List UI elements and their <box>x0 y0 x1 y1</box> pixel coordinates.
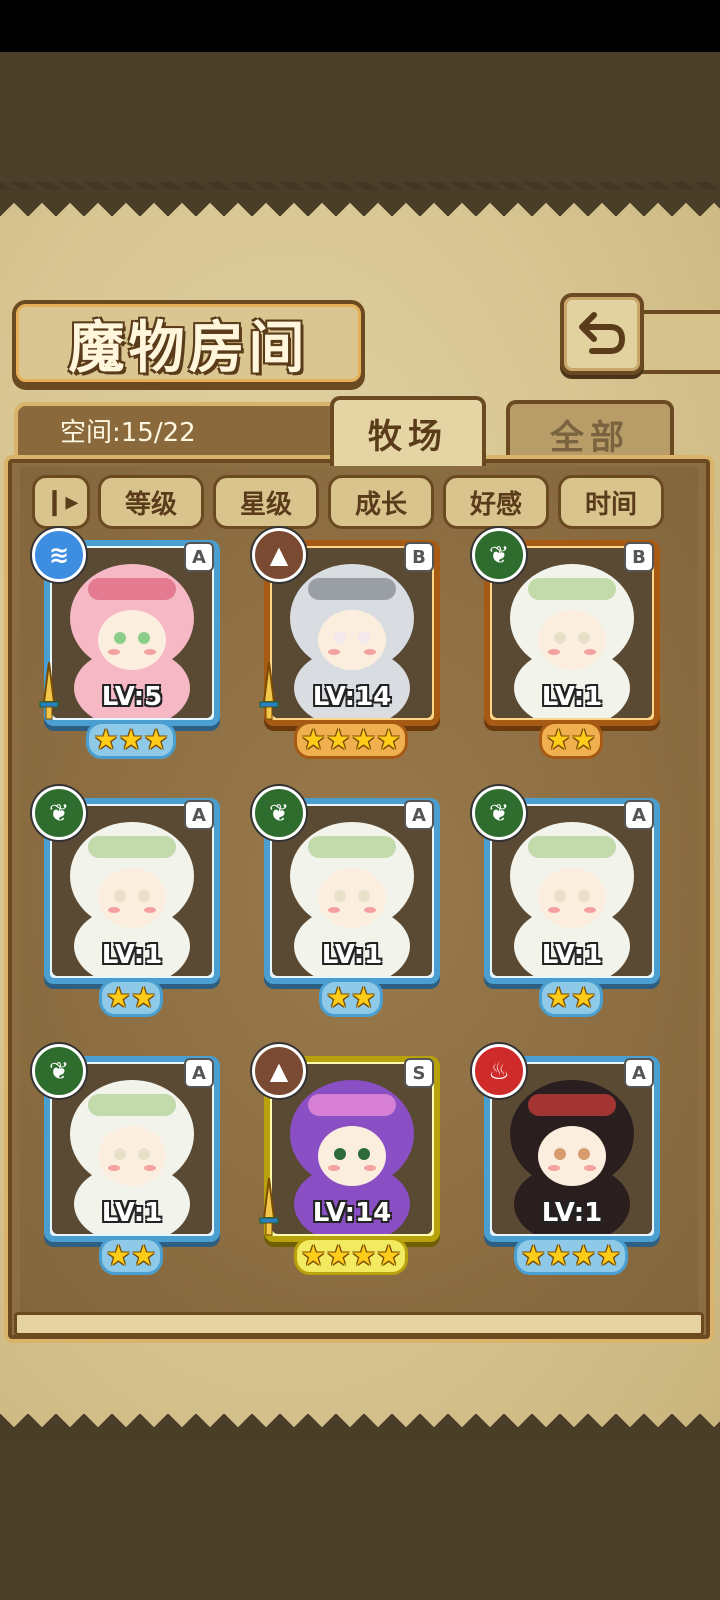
star-rating: ★ ★ ★ ★ <box>258 721 444 759</box>
star-icon: ★ <box>93 723 119 756</box>
sword-icon <box>258 661 280 722</box>
star-rating: ★ ★ <box>478 721 664 759</box>
star-icon: ★ <box>520 1239 546 1272</box>
grass-icon: ❦ <box>472 528 526 582</box>
monster-card[interactable]: LV:1 A ❦ ★ ★ <box>252 786 444 1017</box>
back-button[interactable] <box>560 293 644 375</box>
monster-card[interactable]: LV:5 A ≋ ★ ★ ★ <box>32 528 224 759</box>
star-icon: ★ <box>351 723 377 756</box>
star-icon: ★ <box>545 723 571 756</box>
monster-card[interactable]: LV:14 B ▲ ★ ★ ★ ★ <box>252 528 444 759</box>
sort-growth-button[interactable]: 成长 <box>328 475 434 529</box>
sort-level-button[interactable]: 等级 <box>98 475 204 529</box>
sword-icon <box>258 1177 280 1238</box>
monster-card[interactable]: LV:1 A ♨ ★ ★ ★ ★ <box>472 1044 664 1275</box>
star-icon: ★ <box>571 981 597 1014</box>
star-icon: ★ <box>300 723 326 756</box>
back-arrow-icon <box>579 312 626 354</box>
star-rating: ★ ★ ★ ★ <box>258 1237 444 1275</box>
sort-toolbar: ❙▸ 等级 星级 成长 好感 时间 <box>32 475 672 529</box>
grade-badge: S <box>404 1058 434 1088</box>
star-icon: ★ <box>131 981 157 1014</box>
grade-badge: A <box>624 1058 654 1088</box>
grass-icon: ❦ <box>252 786 306 840</box>
star-icon: ★ <box>545 1239 571 1272</box>
sort-stars-button[interactable]: 星级 <box>213 475 319 529</box>
monster-level: LV:1 <box>541 940 603 970</box>
grass-icon: ❦ <box>32 786 86 840</box>
grade-badge: B <box>624 542 654 572</box>
grade-badge: A <box>184 1058 214 1088</box>
monster-level: LV:14 <box>312 682 392 712</box>
tab-ranch[interactable]: 牧场 <box>330 396 486 466</box>
star-icon: ★ <box>325 981 351 1014</box>
page-title: 魔物房间 <box>68 314 309 381</box>
star-icon: ★ <box>131 1239 157 1272</box>
star-icon: ★ <box>143 723 169 756</box>
grade-badge: A <box>624 800 654 830</box>
star-rating: ★ ★ ★ <box>38 721 224 759</box>
monster-card[interactable]: LV:14 S ▲ ★ ★ ★ ★ <box>252 1044 444 1275</box>
grass-icon: ❦ <box>32 1044 86 1098</box>
space-capacity: 空间:15/22 <box>60 418 196 448</box>
star-icon: ★ <box>571 723 597 756</box>
grade-badge: A <box>184 800 214 830</box>
star-icon: ★ <box>351 1239 377 1272</box>
monster-level: LV:5 <box>101 682 163 712</box>
monster-level: LV:1 <box>541 682 603 712</box>
star-icon: ★ <box>118 723 144 756</box>
grade-badge: A <box>184 542 214 572</box>
earth-icon: ▲ <box>252 528 306 582</box>
star-icon: ★ <box>105 1239 131 1272</box>
star-rating: ★ ★ <box>38 1237 224 1275</box>
monster-level: LV:1 <box>101 1198 163 1228</box>
monster-card[interactable]: LV:1 B ❦ ★ ★ <box>472 528 664 759</box>
water-icon: ≋ <box>32 528 86 582</box>
grade-badge: A <box>404 800 434 830</box>
star-rating: ★ ★ <box>258 979 444 1017</box>
pause-sort-icon[interactable]: ❙▸ <box>32 475 90 529</box>
star-icon: ★ <box>545 981 571 1014</box>
star-icon: ★ <box>351 981 377 1014</box>
monster-card[interactable]: LV:1 A ❦ ★ ★ <box>32 786 224 1017</box>
monster-card[interactable]: LV:1 A ❦ ★ ★ <box>472 786 664 1017</box>
star-icon: ★ <box>300 1239 326 1272</box>
earth-icon: ▲ <box>252 1044 306 1098</box>
status-bar <box>0 0 720 52</box>
star-icon: ★ <box>105 981 131 1014</box>
star-rating: ★ ★ <box>38 979 224 1017</box>
star-icon: ★ <box>376 723 402 756</box>
monster-level: LV:1 <box>321 940 383 970</box>
grade-badge: B <box>404 542 434 572</box>
panel-bottom-rail <box>14 1312 704 1336</box>
star-icon: ★ <box>571 1239 597 1272</box>
star-icon: ★ <box>376 1239 402 1272</box>
sword-icon <box>38 661 60 722</box>
monster-level: LV:1 <box>541 1198 603 1228</box>
sort-time-button[interactable]: 时间 <box>558 475 664 529</box>
star-icon: ★ <box>325 723 351 756</box>
grass-icon: ❦ <box>472 786 526 840</box>
star-rating: ★ ★ ★ ★ <box>478 1237 664 1275</box>
monster-level: LV:14 <box>312 1198 392 1228</box>
monster-card[interactable]: LV:1 A ❦ ★ ★ <box>32 1044 224 1275</box>
sort-affection-button[interactable]: 好感 <box>443 475 549 529</box>
star-rating: ★ ★ <box>478 979 664 1017</box>
title-plate: 魔物房间 <box>12 300 365 386</box>
monster-level: LV:1 <box>101 940 163 970</box>
star-icon: ★ <box>325 1239 351 1272</box>
star-icon: ★ <box>596 1239 622 1272</box>
fire-icon: ♨ <box>472 1044 526 1098</box>
